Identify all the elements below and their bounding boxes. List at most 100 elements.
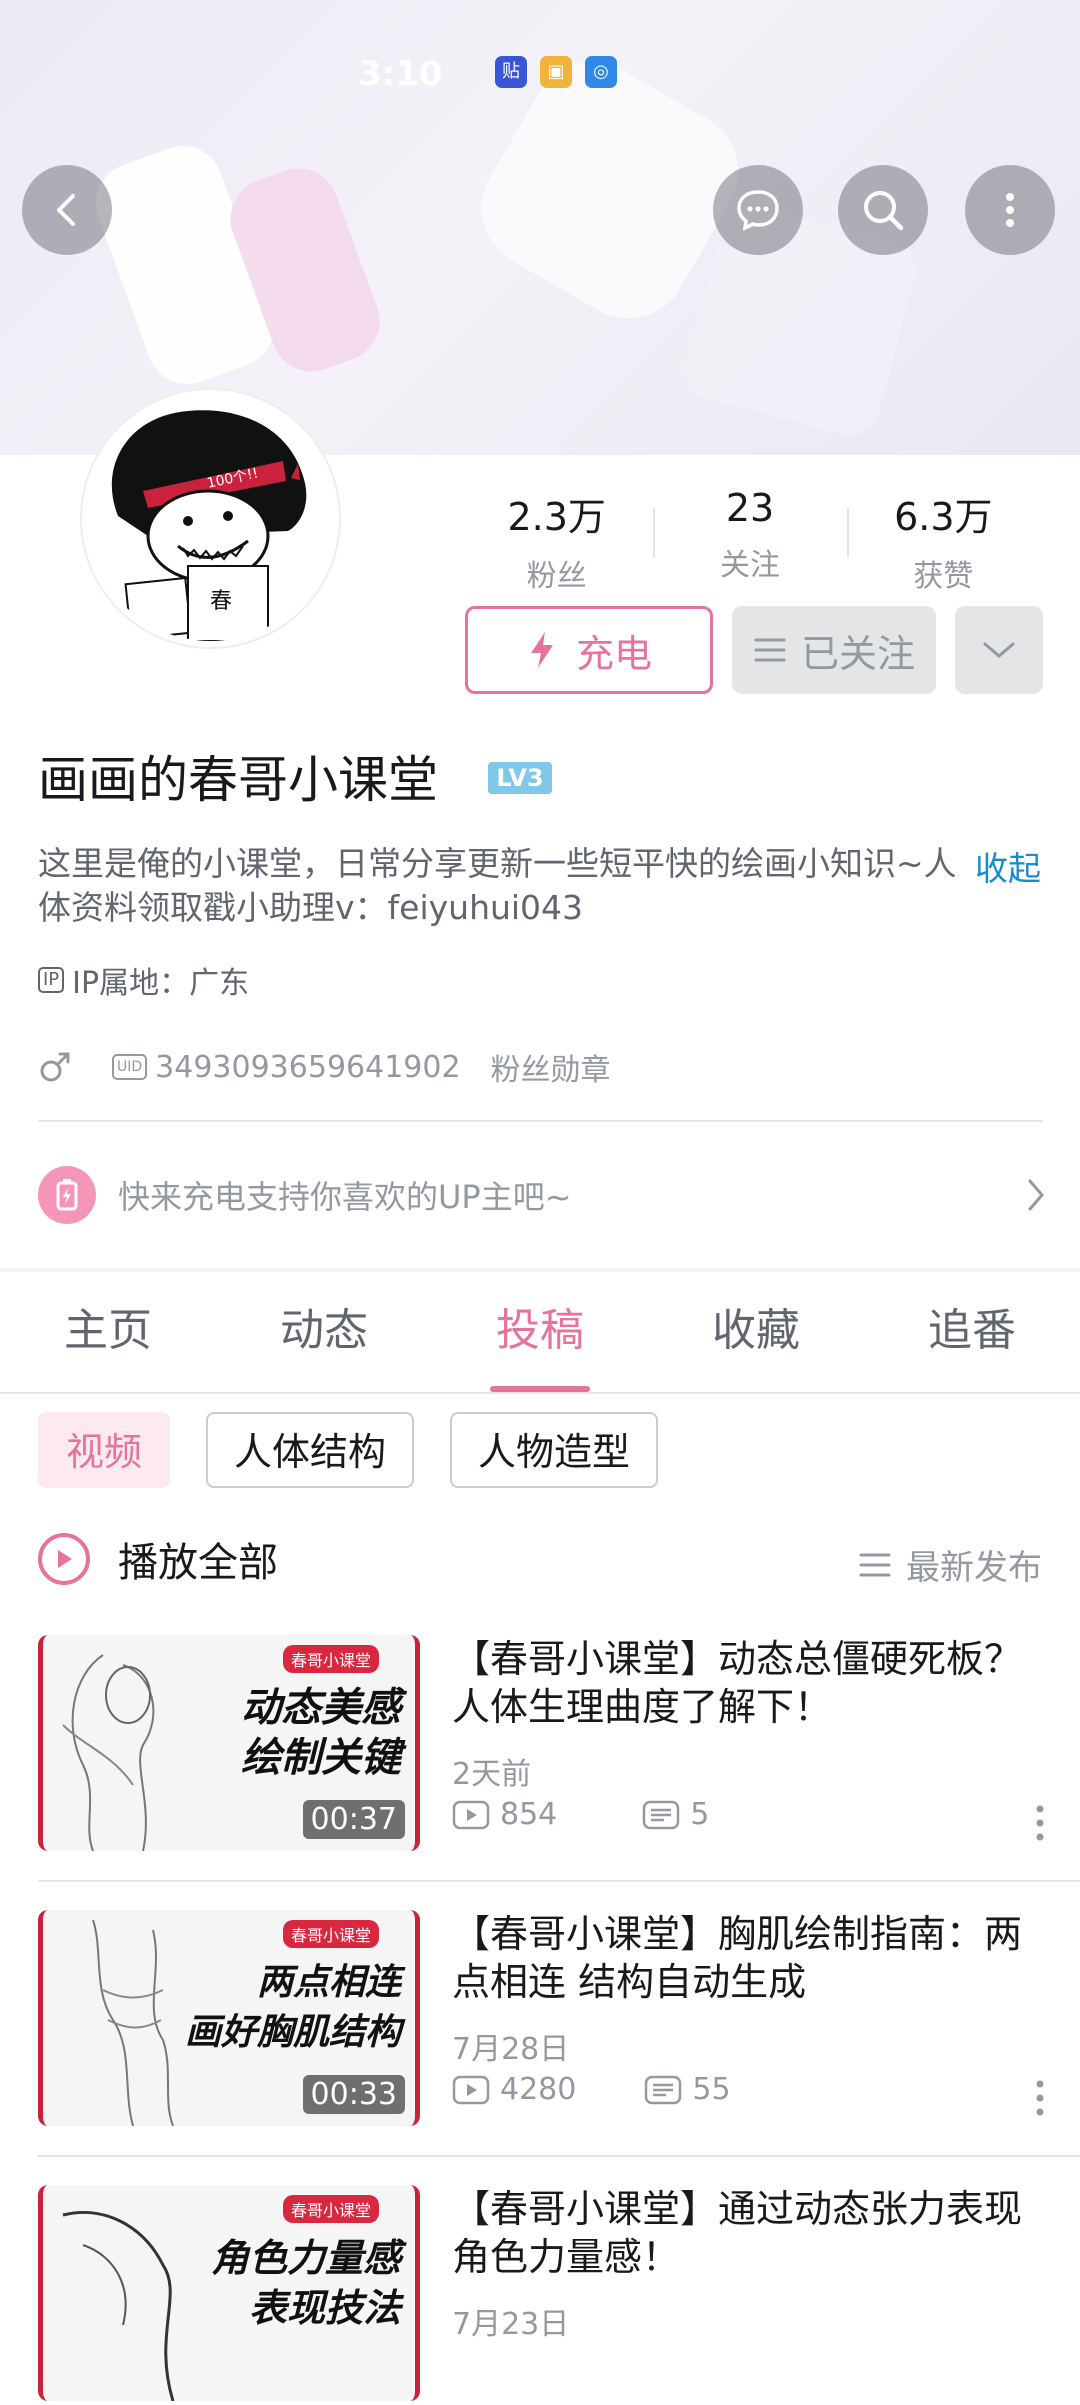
avatar-shirt-text: 春 [210, 589, 232, 614]
video-duration: 00:33 [302, 2075, 405, 2114]
stat-label: 粉丝 [526, 559, 587, 594]
divider [38, 1120, 1043, 1122]
expand-recommend-button[interactable] [955, 606, 1043, 694]
stat-likes[interactable]: 6.3万 获赞 [846, 480, 1040, 594]
thumbnail-badge: 春哥小课堂 [283, 2195, 380, 2223]
stat-value: 2.3万 [507, 495, 606, 539]
video-date: 7月23日 [452, 2307, 570, 2342]
app-notification-icon: 贴 [495, 56, 527, 88]
video-title[interactable]: 【春哥小课堂】动态总僵硬死板？人体生理曲度了解下！ [452, 1635, 1047, 1731]
play-icon [38, 1533, 90, 1585]
search-button[interactable] [838, 165, 928, 255]
chat-bubble-icon [737, 190, 779, 232]
status-bar: 3:10 贴 ▣ ◎ [0, 40, 1080, 110]
chevron-left-icon [57, 194, 75, 226]
profile-name: 画画的春哥小课堂 [38, 751, 438, 809]
video-title[interactable]: 【春哥小课堂】胸肌绘制指南：两点相连 结构自动生成 [452, 1910, 1047, 2006]
video-stats: 854 5 [452, 1797, 709, 1832]
collapse-bio-link[interactable]: 收起 [975, 842, 1041, 890]
divider [38, 1880, 1080, 1882]
uid-tag-icon: UID [112, 1054, 148, 1080]
video-title[interactable]: 【春哥小课堂】通过动态张力表现角色力量感！ [452, 2185, 1047, 2281]
profile-stats: 2.3万 粉丝 23 关注 6.3万 获赞 [460, 480, 1040, 594]
avatar[interactable]: 100个!! 春 [82, 390, 339, 647]
sort-lines-icon [859, 1553, 891, 1576]
ip-location: IP IP属地：广东 [38, 958, 249, 1002]
fan-medal-link[interactable]: 粉丝勋章 [491, 1045, 611, 1089]
level-badge: LV3 [488, 762, 552, 794]
tab-home[interactable]: 主页 [0, 1272, 216, 1392]
more-vertical-icon[interactable] [1036, 1805, 1044, 1841]
stat-following[interactable]: 23 关注 [653, 480, 846, 590]
chevron-down-icon [983, 642, 1015, 658]
tab-uploads[interactable]: 投稿 [432, 1272, 648, 1392]
video-thumbnail[interactable]: 春哥小课堂 两点相连 画好胸肌结构 00:33 [38, 1910, 420, 2126]
back-button[interactable] [22, 165, 112, 255]
stat-value: 23 [725, 486, 775, 530]
comment-count-icon [645, 2075, 682, 2104]
category-chips: 视频 人体结构 人物造型 [38, 1412, 694, 1488]
profile-bio: 这里是俺的小课堂，日常分享更新一些短平快的绘画小知识~人体资料领取戳小助理v：f… [38, 844, 957, 927]
chip-video[interactable]: 视频 [38, 1412, 171, 1488]
comment-count-icon [643, 1800, 680, 1829]
view-count: 4280 [500, 2072, 577, 2107]
comment-count: 55 [692, 2072, 731, 2107]
video-item[interactable]: 春哥小课堂 动态美感 绘制关键 00:37 【春哥小课堂】动态总僵硬死板？人体生… [38, 1635, 1048, 1855]
tab-favorites[interactable]: 收藏 [648, 1272, 864, 1392]
chevron-right-icon [1028, 1179, 1044, 1211]
play-count-icon [452, 1800, 490, 1829]
thumbnail-badge: 春哥小课堂 [283, 1645, 380, 1673]
charge-prompt-row[interactable]: 快来充电支持你喜欢的UP主吧~ [38, 1165, 1048, 1225]
play-all-label: 播放全部 [118, 1540, 278, 1586]
male-gender-icon [40, 1052, 70, 1082]
following-button[interactable]: 已关注 [732, 606, 936, 694]
video-duration: 00:37 [302, 1800, 405, 1839]
tab-anime[interactable]: 追番 [864, 1272, 1080, 1392]
thumbnail-headline: 动态美感 绘制关键 [241, 1685, 401, 1781]
video-thumbnail[interactable]: 春哥小课堂 动态美感 绘制关键 00:37 [38, 1635, 420, 1851]
profile-tabs: 主页 动态 投稿 收藏 追番 [0, 1272, 1080, 1394]
stat-label: 获赞 [913, 559, 974, 594]
thumbnail-headline: 角色力量感 表现技法 [210, 2236, 401, 2330]
video-thumbnail[interactable]: 春哥小课堂 角色力量感 表现技法 [38, 2185, 420, 2401]
video-date: 7月28日 [452, 2032, 570, 2067]
stat-fans[interactable]: 2.3万 粉丝 [460, 480, 653, 594]
following-button-label: 已关注 [800, 631, 915, 676]
charge-button-label: 充电 [575, 631, 652, 676]
play-all-button[interactable]: 播放全部 [38, 1530, 278, 1588]
video-item[interactable]: 春哥小课堂 角色力量感 表现技法 【春哥小课堂】通过动态张力表现角色力量感！ 7… [38, 2185, 1048, 2405]
play-count-icon [452, 2075, 490, 2104]
tab-dynamics[interactable]: 动态 [216, 1272, 432, 1392]
search-icon [864, 191, 904, 231]
menu-lines-icon [754, 638, 786, 662]
charge-prompt-text: 快来充电支持你喜欢的UP主吧~ [118, 1178, 572, 1216]
sort-selector[interactable]: 最新发布 [858, 1540, 1042, 1589]
chip-body-structure[interactable]: 人体结构 [206, 1412, 415, 1488]
thumbnail-badge: 春哥小课堂 [283, 1920, 380, 1948]
charge-button[interactable]: 充电 [465, 606, 713, 694]
app-notification-icon: ▣ [540, 56, 572, 88]
lightning-icon [530, 632, 553, 668]
sort-label: 最新发布 [906, 1548, 1042, 1588]
video-stats: 4280 55 [452, 2072, 731, 2107]
ip-location-text: IP属地：广东 [72, 966, 250, 1001]
profile-meta: UID 3493093659641902 粉丝勋章 [38, 1045, 611, 1089]
video-item[interactable]: 春哥小课堂 两点相连 画好胸肌结构 00:33 【春哥小课堂】胸肌绘制指南：两点… [38, 1910, 1048, 2130]
divider [38, 2155, 1080, 2157]
thumbnail-headline: 两点相连 画好胸肌结构 [184, 1962, 401, 2053]
comment-count: 5 [690, 1797, 710, 1832]
uid-text: 3493093659641902 [155, 1049, 461, 1085]
app-notification-icon: ◎ [585, 56, 617, 88]
battery-icon [38, 1166, 96, 1224]
chip-character-design[interactable]: 人物造型 [450, 1412, 659, 1488]
status-time: 3:10 [358, 54, 443, 94]
video-date: 2天前 [452, 1757, 532, 1792]
stat-value: 6.3万 [894, 495, 993, 539]
message-button[interactable] [713, 165, 803, 255]
more-options-button[interactable] [965, 165, 1055, 255]
stat-label: 关注 [719, 548, 780, 583]
cartoon-avatar-image: 100个!! 春 [88, 396, 333, 641]
more-vertical-icon[interactable] [1036, 2080, 1044, 2116]
more-vertical-icon [1006, 193, 1014, 227]
ip-tag-icon: IP [38, 967, 65, 993]
